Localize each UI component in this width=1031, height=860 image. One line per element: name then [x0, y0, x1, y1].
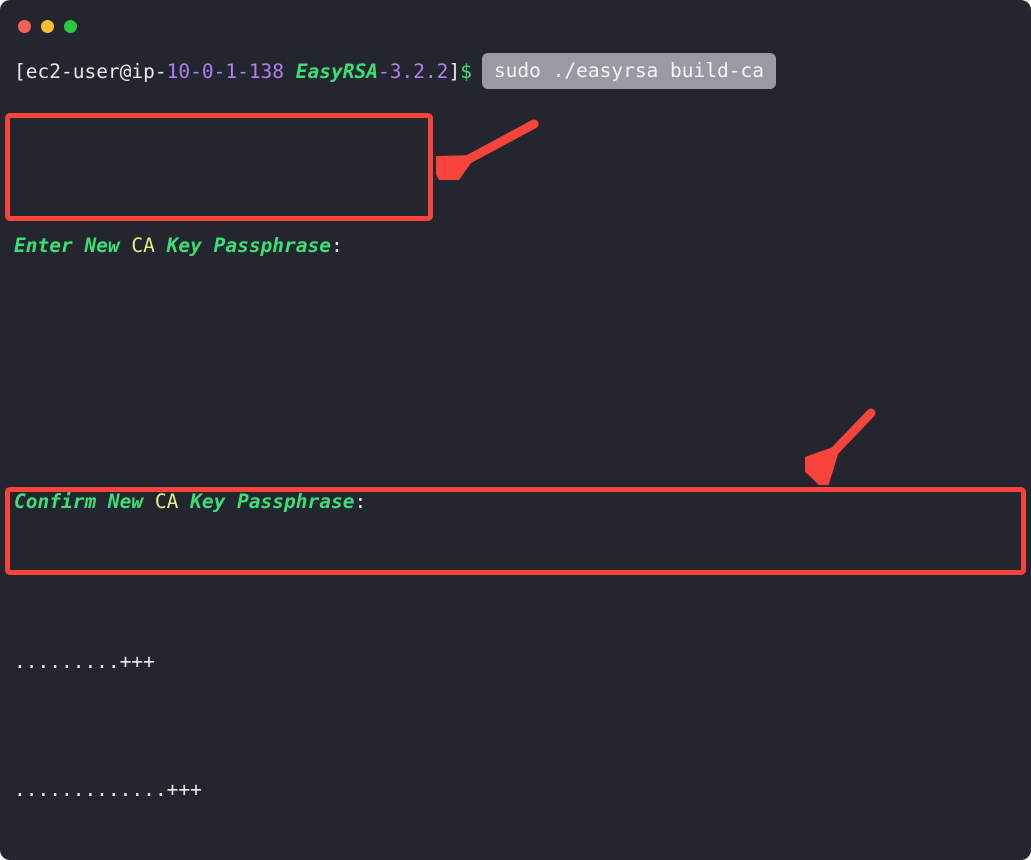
enter-passphrase-colon: : — [331, 234, 343, 257]
prompt-ip: 10-0-1-138 — [166, 59, 285, 83]
command-input[interactable]: sudo ./easyrsa build-ca — [481, 53, 776, 89]
keygen-plus-1: +++ — [119, 650, 155, 673]
prompt-user-host: ec2-user@ip- — [25, 59, 167, 83]
prompt-sigil: $ — [460, 59, 472, 83]
enter-passphrase-ca: CA — [119, 234, 167, 257]
keygen-progress-line-1: .........+++ — [14, 646, 1017, 678]
confirm-passphrase-label: Key Passphrase — [190, 490, 355, 513]
terminal-window: [ec2-user@ip-10-0-1-138 EasyRSA-3.2.2]$ … — [0, 0, 1031, 860]
prompt-text: [ec2-user@ip-10-0-1-138 EasyRSA-3.2.2]$ — [14, 60, 472, 83]
keygen-dots-2: ............. — [14, 778, 167, 801]
confirm-passphrase-colon: : — [354, 490, 367, 513]
minimize-window-button[interactable] — [41, 20, 54, 33]
enter-passphrase-label: Key Passphrase — [166, 234, 332, 257]
prompt-directory-name: EasyRSA — [295, 59, 378, 83]
window-titlebar — [0, 0, 1031, 44]
enter-passphrase-keyword: Enter New — [14, 234, 120, 257]
enter-passphrase-line: Enter New CA Key Passphrase: — [14, 230, 1017, 262]
keygen-plus-2: +++ — [166, 778, 202, 801]
confirm-passphrase-line: Confirm New CA Key Passphrase: — [14, 486, 1017, 518]
maximize-window-button[interactable] — [64, 20, 77, 33]
spacer-line-1 — [14, 358, 1017, 390]
confirm-passphrase-ca: CA — [143, 490, 191, 513]
keygen-dots-1: ......... — [14, 650, 120, 673]
shell-prompt-line: [ec2-user@ip-10-0-1-138 EasyRSA-3.2.2]$ … — [14, 46, 776, 96]
close-window-button[interactable] — [18, 20, 31, 33]
window-controls — [18, 20, 77, 33]
keygen-progress-line-2: .............+++ — [14, 774, 1017, 806]
terminal-output: Enter New CA Key Passphrase: Confirm New… — [0, 102, 1031, 860]
prompt-directory-version: -3.2.2 — [377, 59, 449, 83]
prompt-bracket-open: [ — [14, 59, 26, 83]
prompt-bracket-close: ] — [448, 59, 461, 83]
confirm-passphrase-keyword: Confirm New — [14, 490, 144, 513]
